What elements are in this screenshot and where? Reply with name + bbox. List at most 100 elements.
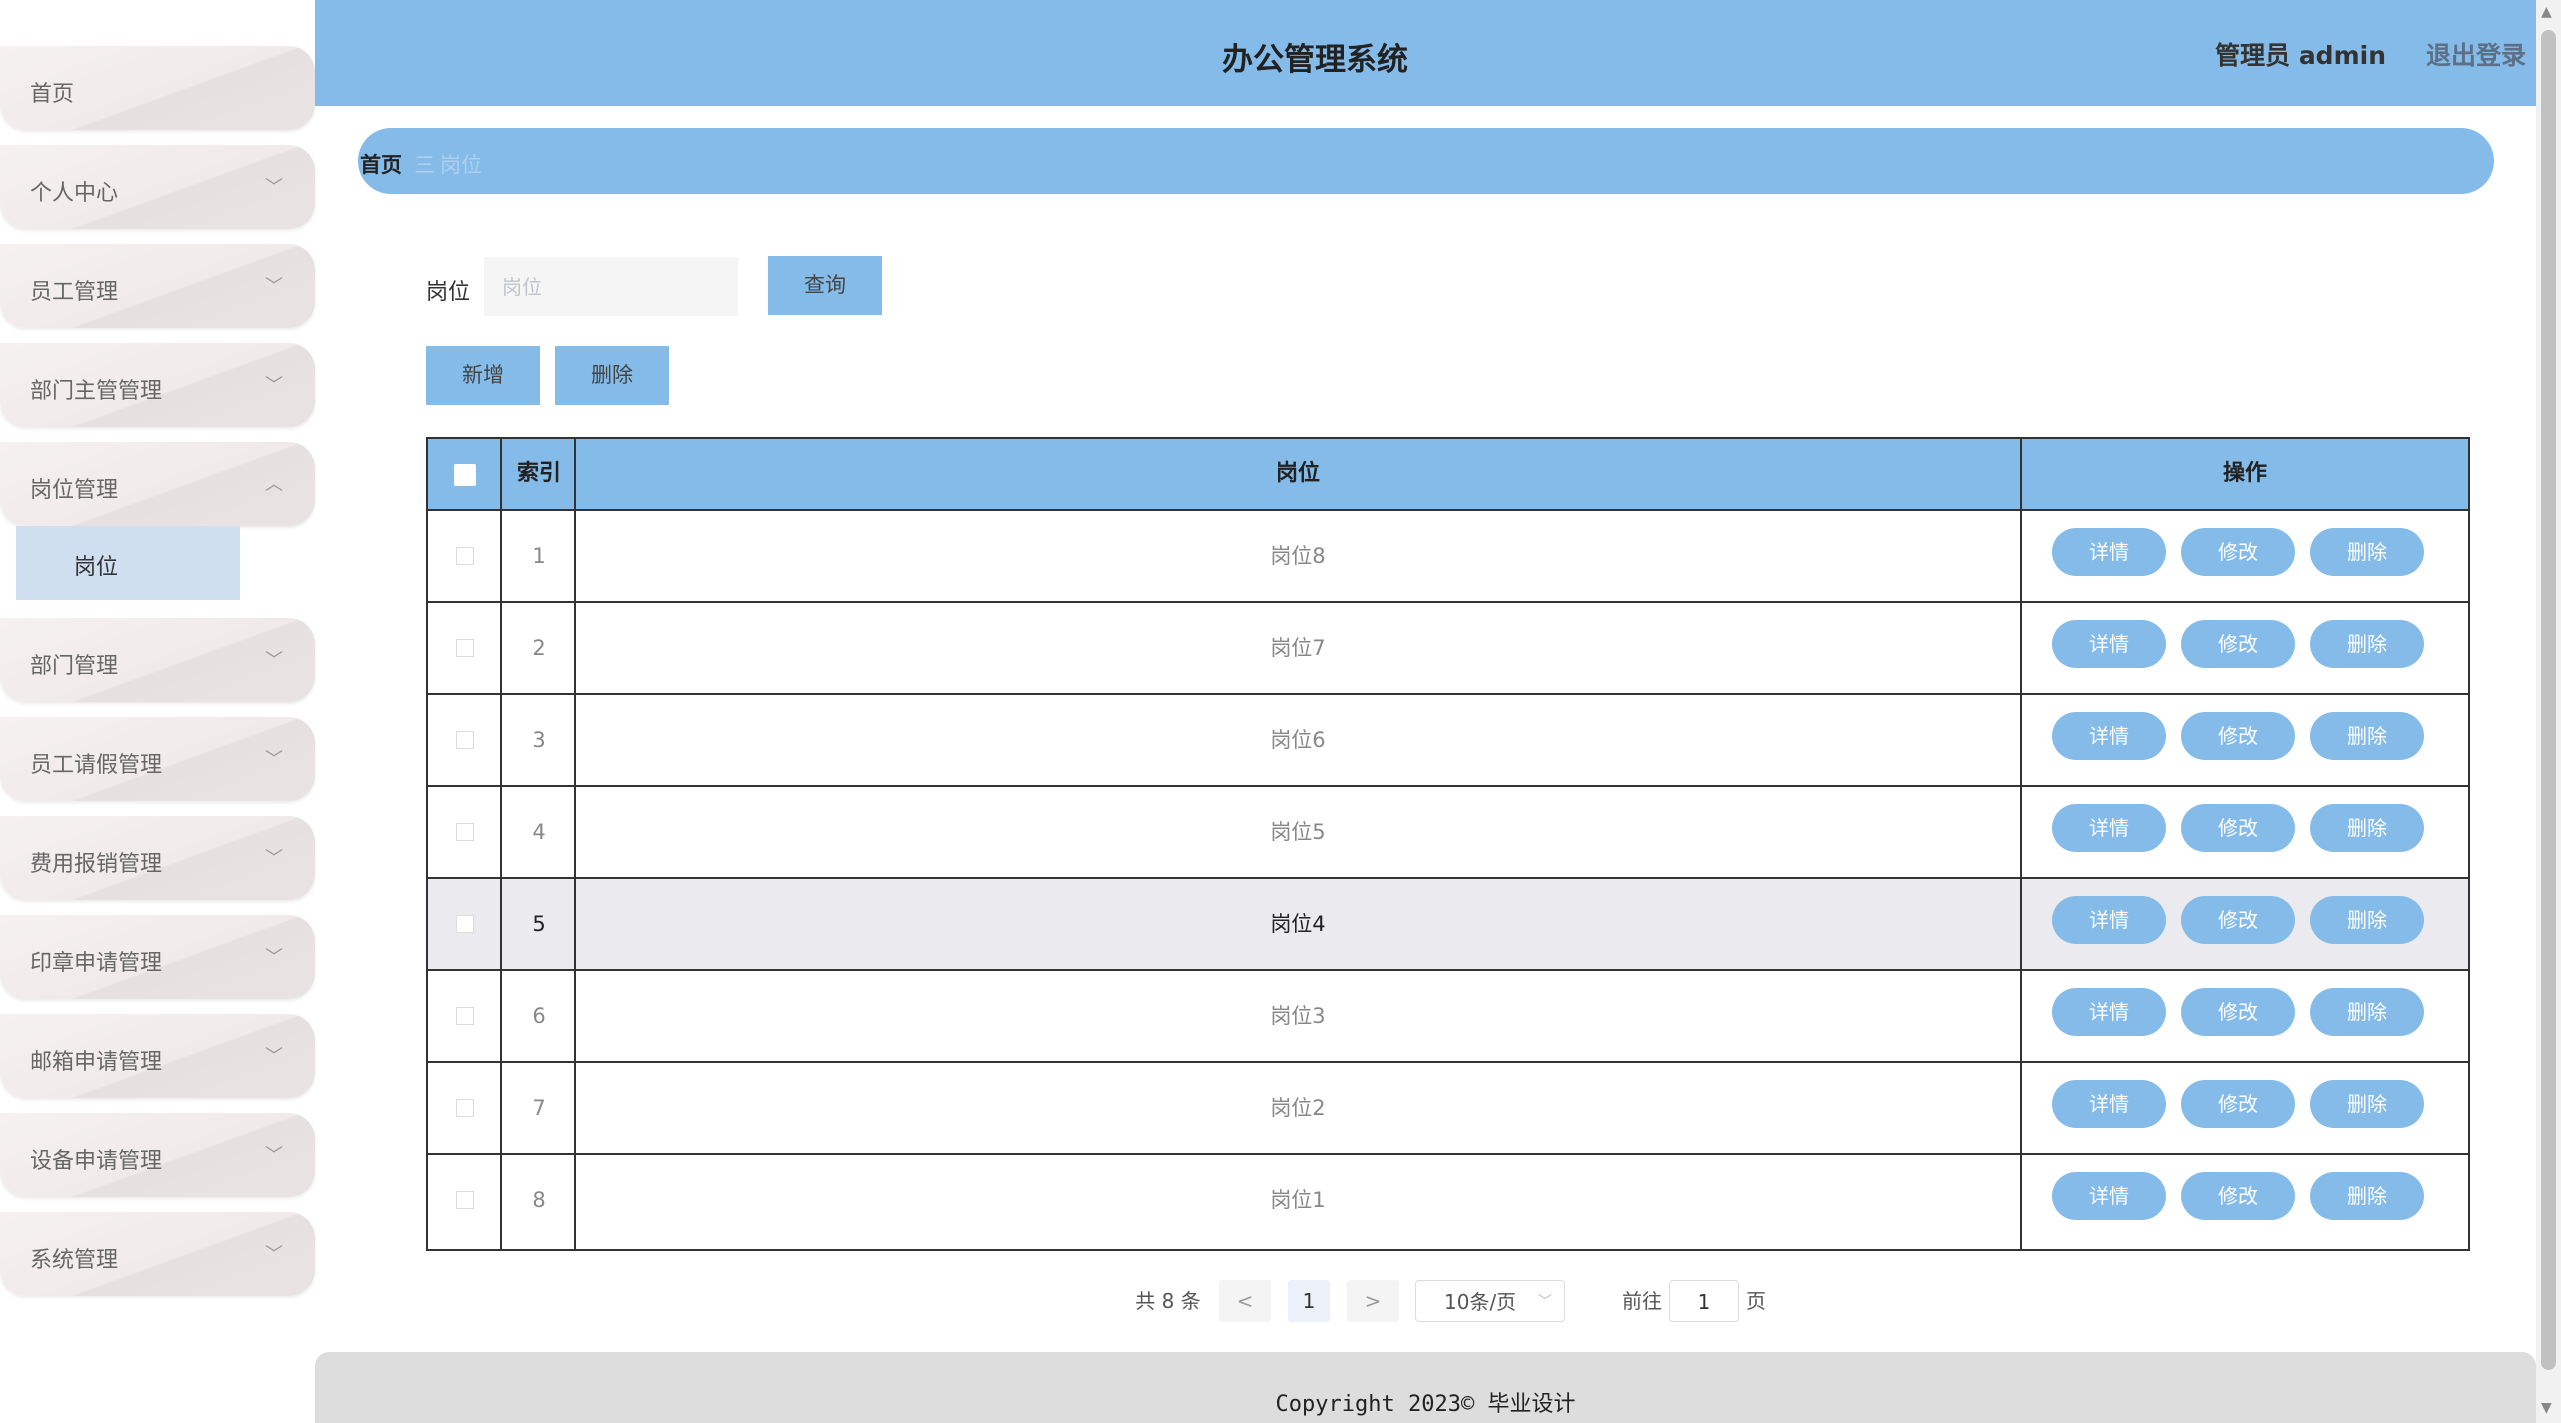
delete-button[interactable]: 删除 — [2310, 1172, 2424, 1220]
detail-button[interactable]: 详情 — [2052, 896, 2166, 944]
scroll-down-arrow-icon[interactable]: ▼ — [2541, 1400, 2552, 1416]
delete-button[interactable]: 删除 — [2310, 712, 2424, 760]
sidebar-item-dept-supervisor[interactable]: 部门主管管理 ﹀ — [0, 343, 315, 427]
pagination: 共 8 条 < 1 > 10条/页 ﹀ 前往 1 页 — [0, 1280, 2561, 1324]
sidebar-subitem-label: 岗位 — [74, 555, 119, 580]
search-input[interactable] — [484, 257, 738, 316]
row-checkbox[interactable] — [456, 731, 474, 749]
chevron-down-icon: ﹀ — [265, 375, 283, 396]
delete-button[interactable]: 删除 — [2310, 528, 2424, 576]
sidebar-item-label: 员工管理 — [30, 280, 119, 305]
sidebar-item-equipment[interactable]: 设备申请管理 ﹀ — [0, 1113, 315, 1197]
detail-button[interactable]: 详情 — [2052, 1172, 2166, 1220]
sidebar-item-label: 岗位管理 — [30, 478, 119, 503]
sidebar-item-label: 首页 — [30, 82, 75, 107]
sidebar-item-label: 邮箱申请管理 — [30, 1050, 163, 1075]
sidebar-item-employee[interactable]: 员工管理 ﹀ — [0, 244, 315, 328]
delete-button[interactable]: 删除 — [2310, 1080, 2424, 1128]
edit-button[interactable]: 修改 — [2181, 804, 2295, 852]
detail-button[interactable]: 详情 — [2052, 712, 2166, 760]
sidebar: 首页 个人中心 ﹀ 员工管理 ﹀ 部门主管管理 ﹀ 岗位管理 ︿ 岗位 部门管理… — [0, 0, 315, 1423]
prev-page-button[interactable]: < — [1219, 1280, 1271, 1322]
table-row: 4 岗位5 详情 修改 删除 — [428, 787, 2468, 879]
row-checkbox[interactable] — [456, 547, 474, 565]
row-checkbox[interactable] — [456, 915, 474, 933]
edit-button[interactable]: 修改 — [2181, 1080, 2295, 1128]
breadcrumb-separator: 三 — [414, 153, 435, 177]
sidebar-item-leave[interactable]: 员工请假管理 ﹀ — [0, 717, 315, 801]
query-button[interactable]: 查询 — [768, 256, 882, 315]
column-divider — [2020, 439, 2022, 1249]
edit-button[interactable]: 修改 — [2181, 896, 2295, 944]
row-position: 岗位7 — [1270, 636, 1326, 660]
page-size-value: 10条/页 — [1444, 1290, 1517, 1314]
select-all-checkbox[interactable] — [454, 464, 476, 486]
row-position: 岗位8 — [1270, 544, 1326, 568]
sidebar-item-seal[interactable]: 印章申请管理 ﹀ — [0, 915, 315, 999]
vertical-scrollbar[interactable]: ▲ ▼ — [2536, 0, 2561, 1423]
delete-button[interactable]: 删除 — [2310, 804, 2424, 852]
top-header: 办公管理系统 管理员 admin 退出登录 — [315, 0, 2536, 106]
row-position: 岗位4 — [1270, 912, 1326, 936]
sidebar-item-label: 员工请假管理 — [30, 753, 163, 778]
sidebar-item-department[interactable]: 部门管理 ﹀ — [0, 618, 315, 702]
table-row: 2 岗位7 详情 修改 删除 — [428, 603, 2468, 695]
chevron-down-icon: ﹀ — [265, 177, 283, 198]
sidebar-item-position[interactable]: 岗位管理 ︿ — [0, 442, 315, 526]
sidebar-item-label: 系统管理 — [30, 1248, 119, 1273]
row-index: 3 — [532, 728, 546, 752]
table-row: 1 岗位8 详情 修改 删除 — [428, 511, 2468, 603]
row-checkbox[interactable] — [456, 1007, 474, 1025]
sidebar-item-label: 部门管理 — [30, 654, 119, 679]
sidebar-item-mailbox[interactable]: 邮箱申请管理 ﹀ — [0, 1014, 315, 1098]
goto-page-input[interactable]: 1 — [1669, 1280, 1739, 1322]
positions-table: 索引 岗位 操作 1 岗位8 详情 修改 删除 2 岗位7 详情 修改 删除 3… — [426, 437, 2470, 1251]
delete-button[interactable]: 删除 — [2310, 896, 2424, 944]
detail-button[interactable]: 详情 — [2052, 1080, 2166, 1128]
column-divider — [500, 439, 502, 1249]
edit-button[interactable]: 修改 — [2181, 620, 2295, 668]
add-button[interactable]: 新增 — [426, 346, 540, 405]
row-index: 2 — [532, 636, 546, 660]
table-row: 8 岗位1 详情 修改 删除 — [428, 1155, 2468, 1247]
sidebar-item-personal-center[interactable]: 个人中心 ﹀ — [0, 145, 315, 229]
page-size-select[interactable]: 10条/页 ﹀ — [1415, 1280, 1565, 1322]
edit-button[interactable]: 修改 — [2181, 988, 2295, 1036]
row-checkbox[interactable] — [456, 1099, 474, 1117]
sidebar-item-home[interactable]: 首页 — [0, 46, 315, 130]
edit-button[interactable]: 修改 — [2181, 712, 2295, 760]
sidebar-item-label: 个人中心 — [30, 181, 119, 206]
breadcrumb-home[interactable]: 首页 — [360, 149, 402, 179]
edit-button[interactable]: 修改 — [2181, 1172, 2295, 1220]
detail-button[interactable]: 详情 — [2052, 804, 2166, 852]
next-page-button[interactable]: > — [1347, 1280, 1399, 1322]
table-row: 3 岗位6 详情 修改 删除 — [428, 695, 2468, 787]
sidebar-subitem-position[interactable]: 岗位 — [16, 526, 240, 600]
table-header: 索引 岗位 操作 — [428, 439, 2468, 511]
edit-button[interactable]: 修改 — [2181, 528, 2295, 576]
row-position: 岗位1 — [1270, 1188, 1326, 1212]
row-checkbox[interactable] — [456, 1191, 474, 1209]
row-checkbox[interactable] — [456, 639, 474, 657]
row-position: 岗位2 — [1270, 1096, 1326, 1120]
row-position: 岗位3 — [1270, 1004, 1326, 1028]
user-info: 管理员 admin — [2215, 41, 2386, 70]
logout-link[interactable]: 退出登录 — [2426, 36, 2526, 72]
scroll-up-arrow-icon[interactable]: ▲ — [2541, 4, 2552, 20]
delete-selected-button[interactable]: 删除 — [555, 346, 669, 405]
sidebar-item-reimbursement[interactable]: 费用报销管理 ﹀ — [0, 816, 315, 900]
row-checkbox[interactable] — [456, 823, 474, 841]
delete-button[interactable]: 删除 — [2310, 620, 2424, 668]
chevron-down-icon: ﹀ — [265, 1046, 283, 1067]
column-header-position: 岗位 — [1275, 461, 1320, 486]
sidebar-item-label: 设备申请管理 — [30, 1149, 163, 1174]
page-number-button[interactable]: 1 — [1288, 1280, 1330, 1322]
detail-button[interactable]: 详情 — [2052, 620, 2166, 668]
detail-button[interactable]: 详情 — [2052, 528, 2166, 576]
delete-button[interactable]: 删除 — [2310, 988, 2424, 1036]
row-index: 7 — [532, 1096, 546, 1120]
scrollbar-thumb[interactable] — [2541, 30, 2556, 1370]
detail-button[interactable]: 详情 — [2052, 988, 2166, 1036]
pagination-total: 共 8 条 — [1135, 1289, 1201, 1313]
footer: Copyright 2023© 毕业设计 — [315, 1352, 2536, 1423]
